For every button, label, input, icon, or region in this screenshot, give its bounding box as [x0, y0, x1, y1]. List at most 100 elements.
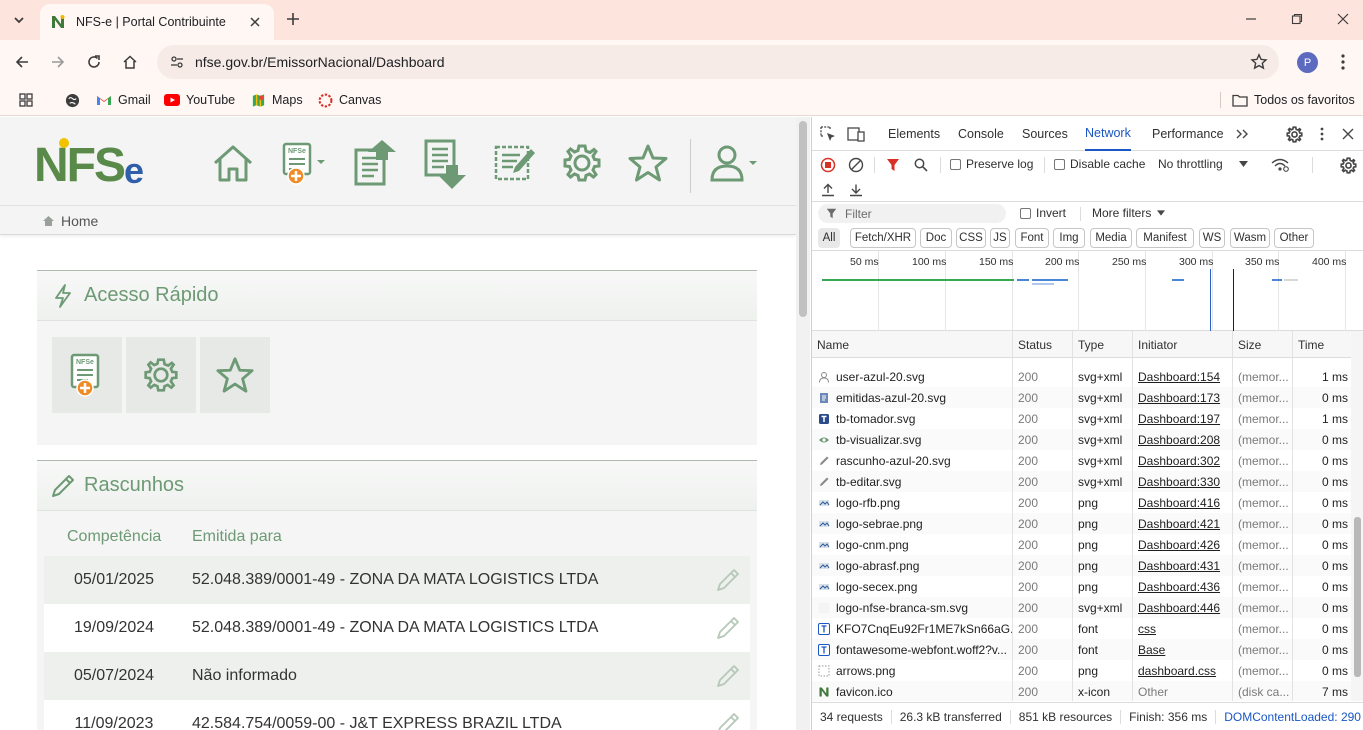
- draft-row[interactable]: 11/09/2023 42.584.754/0059-00 - J&T EXPR…: [44, 700, 750, 730]
- close-window-button[interactable]: [1332, 8, 1354, 30]
- request-name[interactable]: emitidas-azul-20.svg: [818, 387, 1012, 408]
- browser-menu-button[interactable]: [1332, 51, 1354, 73]
- edit-draft-button[interactable]: [706, 568, 750, 592]
- received-nfse-button[interactable]: [420, 135, 470, 191]
- back-button[interactable]: [10, 50, 34, 74]
- nfse-logo[interactable]: NFS e: [34, 137, 156, 192]
- devtools-menu-button[interactable]: [1312, 124, 1332, 144]
- network-conditions-button[interactable]: [1270, 155, 1290, 175]
- type-filter-manifest[interactable]: Manifest: [1136, 228, 1194, 248]
- inspect-element-button[interactable]: [818, 124, 838, 144]
- request-name[interactable]: rascunho-azul-20.svg: [818, 450, 1012, 471]
- edit-draft-button[interactable]: [706, 616, 750, 640]
- draft-row[interactable]: 19/09/2024 52.048.389/0001-49 - ZONA DA …: [44, 604, 750, 652]
- request-name[interactable]: tb-visualizar.svg: [818, 429, 1012, 450]
- devtools-tab-network[interactable]: Network: [1085, 117, 1131, 151]
- request-name[interactable]: fontawesome-webfont.woff2?v...: [818, 639, 1012, 660]
- network-row[interactable]: logo-cnm.png 200 png Dashboard:426 (memor...…: [812, 534, 1352, 555]
- export-har-button[interactable]: [846, 180, 866, 200]
- page-scrollbar-thumb[interactable]: [799, 121, 807, 317]
- request-initiator-link[interactable]: Other: [1138, 681, 1234, 701]
- devtools-tab-performance[interactable]: Performance: [1152, 117, 1224, 151]
- forward-button[interactable]: [46, 50, 70, 74]
- favorites-nav-button[interactable]: [626, 135, 670, 191]
- devtools-settings-button[interactable]: [1284, 124, 1304, 144]
- reload-button[interactable]: [82, 50, 106, 74]
- request-initiator-link[interactable]: Dashboard:436: [1138, 576, 1234, 597]
- filter-toggle-button[interactable]: [883, 155, 903, 175]
- settings-nav-button[interactable]: [560, 135, 604, 191]
- request-initiator-link[interactable]: Dashboard:446: [1138, 597, 1234, 618]
- disable-cache-checkbox[interactable]: Disable cache: [1054, 157, 1145, 171]
- network-row[interactable]: logo-nfse-branca-sm.svg 200 svg+xml Dashboa…: [812, 597, 1352, 618]
- issued-nfse-button[interactable]: [350, 135, 400, 191]
- request-name[interactable]: logo-abrasf.png: [818, 555, 1012, 576]
- browser-tab[interactable]: NFS-e | Portal Contribuinte: [40, 4, 274, 40]
- restore-button[interactable]: [1286, 8, 1308, 30]
- type-filter-js[interactable]: JS: [990, 228, 1010, 248]
- tab-search-button[interactable]: [6, 7, 32, 33]
- drafts-nav-button[interactable]: [490, 135, 540, 191]
- network-row[interactable]: emitidas-azul-20.svg 200 svg+xml Dashboard:…: [812, 387, 1352, 408]
- type-filter-css[interactable]: CSS: [956, 228, 986, 248]
- network-row[interactable]: tb-visualizar.svg 200 svg+xml Dashboard:208…: [812, 429, 1352, 450]
- network-settings-button[interactable]: [1338, 155, 1358, 175]
- minimize-button[interactable]: [1240, 8, 1262, 30]
- request-initiator-link[interactable]: Dashboard:330: [1138, 471, 1234, 492]
- user-menu-button[interactable]: [708, 135, 760, 191]
- type-filter-media[interactable]: Media: [1090, 228, 1132, 248]
- network-row[interactable]: [812, 343, 1352, 345]
- request-name[interactable]: logo-nfse-branca-sm.svg: [818, 597, 1012, 618]
- request-initiator-link[interactable]: Dashboard:426: [1138, 534, 1234, 555]
- network-row[interactable]: arrows.png 200 png dashboard.css (memor... 0 …: [812, 660, 1352, 681]
- request-name[interactable]: favicon.ico: [818, 681, 1012, 701]
- site-settings-icon[interactable]: [165, 50, 189, 74]
- home-nav-button[interactable]: [210, 135, 256, 191]
- device-toolbar-button[interactable]: [846, 124, 866, 144]
- close-tab-icon[interactable]: [246, 13, 264, 31]
- request-name[interactable]: tb-tomador.svg: [818, 408, 1012, 429]
- type-filter-ws[interactable]: WS: [1199, 228, 1225, 248]
- network-row[interactable]: tb-tomador.svg 200 svg+xml Dashboard:197 (me…: [812, 408, 1352, 429]
- network-table-scrollbar[interactable]: [1351, 331, 1363, 701]
- request-initiator-link[interactable]: Base: [1138, 639, 1234, 660]
- bookmark-gmail[interactable]: Gmail: [96, 90, 151, 110]
- type-filter-doc[interactable]: Doc: [920, 228, 952, 248]
- network-scrollbar-thumb[interactable]: [1354, 517, 1361, 677]
- network-row[interactable]: logo-sebrae.png 200 png Dashboard:421 (memor…: [812, 513, 1352, 534]
- request-name[interactable]: KFO7CnqEu92Fr1ME7kSn66aG...: [818, 618, 1012, 639]
- network-row[interactable]: favicon.ico 200 x-icon Other (disk ca... 7 ms: [812, 681, 1352, 701]
- address-bar[interactable]: nfse.gov.br/EmissorNacional/Dashboard: [157, 45, 1279, 79]
- quick-new-nfse-button[interactable]: NFSe: [52, 337, 122, 413]
- apps-button[interactable]: [18, 90, 40, 110]
- home-button[interactable]: [118, 50, 142, 74]
- new-nfse-menu-button[interactable]: NFSe: [280, 135, 326, 191]
- all-bookmarks-button[interactable]: Todos os favoritos: [1232, 90, 1355, 110]
- bookmark-globe[interactable]: [64, 90, 86, 110]
- devtools-tab-elements[interactable]: Elements: [888, 117, 940, 151]
- request-name[interactable]: arrows.png: [818, 660, 1012, 681]
- network-row[interactable]: logo-rfb.png 200 png Dashboard:416 (memor...…: [812, 492, 1352, 513]
- type-filter-fetch-xhr[interactable]: Fetch/XHR: [850, 228, 916, 248]
- bookmark-star-icon[interactable]: [1247, 50, 1271, 74]
- stop-recording-button[interactable]: [818, 155, 838, 175]
- devtools-tab-sources[interactable]: Sources: [1022, 117, 1068, 151]
- request-initiator-link[interactable]: Dashboard:197: [1138, 408, 1234, 429]
- request-name[interactable]: logo-cnm.png: [818, 534, 1012, 555]
- draft-row[interactable]: 05/01/2025 52.048.389/0001-49 - ZONA DA …: [44, 556, 750, 604]
- devtools-tab-console[interactable]: Console: [958, 117, 1004, 151]
- network-row[interactable]: rascunho-azul-20.svg 200 svg+xml Dashboard:…: [812, 450, 1352, 471]
- profile-avatar[interactable]: P: [1297, 52, 1318, 73]
- request-initiator-link[interactable]: Dashboard:208: [1138, 429, 1234, 450]
- type-filter-all[interactable]: All: [818, 228, 840, 248]
- quick-favorites-button[interactable]: [200, 337, 270, 413]
- page-scrollbar[interactable]: [796, 117, 810, 730]
- network-overview-timeline[interactable]: 50 ms 100 ms 150 ms 200 ms 250 ms 300 ms…: [812, 251, 1363, 331]
- search-button[interactable]: [911, 155, 931, 175]
- edit-draft-button[interactable]: [706, 712, 750, 730]
- network-row[interactable]: fontawesome-webfont.woff2?v... 200 font Bas…: [812, 639, 1352, 660]
- request-initiator-link[interactable]: Dashboard:302: [1138, 450, 1234, 471]
- request-name[interactable]: logo-rfb.png: [818, 492, 1012, 513]
- more-tabs-button[interactable]: [1232, 124, 1252, 144]
- breadcrumb-home-link[interactable]: Home: [61, 213, 98, 229]
